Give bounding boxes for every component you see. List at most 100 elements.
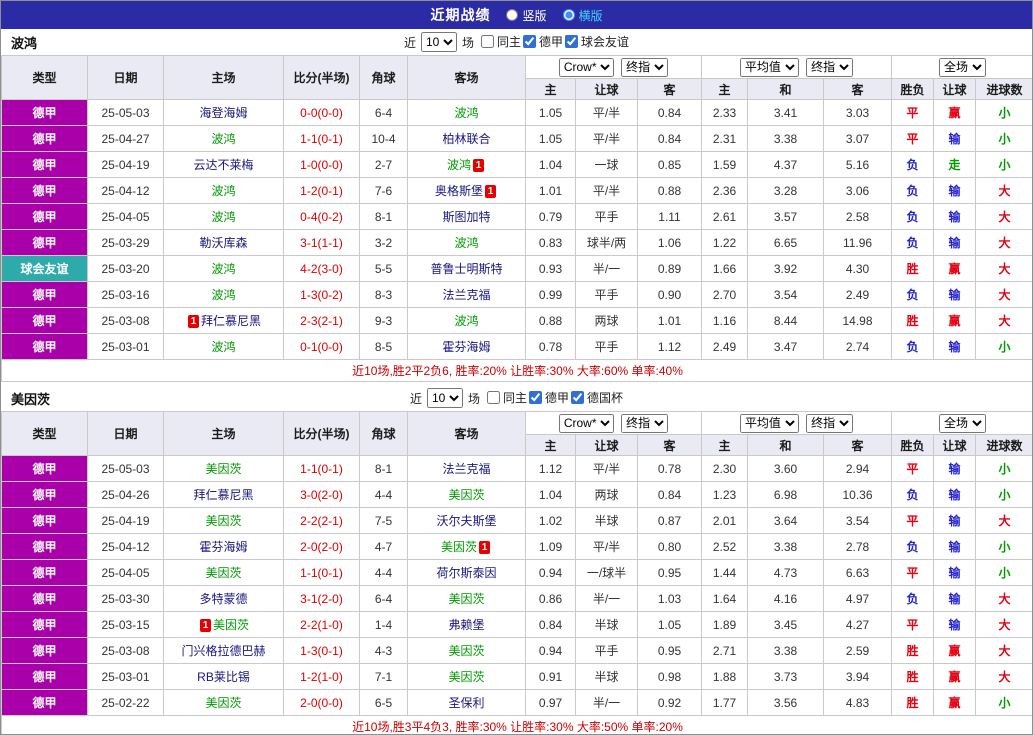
filter-checkbox[interactable]: [523, 35, 536, 48]
corner-cell: 5-5: [359, 255, 408, 282]
league-filter-group: 同主 德甲 德国杯: [485, 389, 623, 407]
away-team-cell: 美因茨 1: [407, 533, 526, 560]
col-date: 日期: [87, 411, 164, 456]
col-euro-draw: 和: [747, 434, 824, 456]
filter-checkbox[interactable]: [565, 35, 579, 48]
result-handicap-cell: 输: [933, 281, 977, 308]
layout-horizontal-option[interactable]: 横版: [562, 7, 603, 24]
team-link[interactable]: 波鸿: [454, 236, 478, 250]
layout-vertical-option[interactable]: 竖版: [506, 7, 547, 24]
team-link[interactable]: 奥格斯堡: [435, 184, 483, 198]
team-link[interactable]: 美因茨: [448, 488, 484, 502]
bookmaker-select[interactable]: Crow*: [558, 57, 614, 77]
result-goals-cell: 大: [975, 255, 1032, 282]
result-handicap-cell: 输: [933, 229, 977, 256]
final-odds-select[interactable]: 终指: [806, 57, 854, 77]
euro-draw-odds-cell: 3.64: [747, 507, 824, 534]
team-link[interactable]: 波鸿: [211, 210, 235, 224]
team-link[interactable]: 荷尔斯泰因: [436, 566, 496, 580]
team-link[interactable]: 美因茨: [205, 566, 241, 580]
team-link[interactable]: 柏林联合: [442, 132, 490, 146]
team-link[interactable]: 美因茨: [448, 670, 484, 684]
recent-count-select[interactable]: 10: [420, 32, 457, 52]
team-link[interactable]: RB莱比锡: [197, 670, 250, 684]
euro-draw-odds-cell: 3.57: [747, 203, 824, 230]
team-link[interactable]: 美因茨: [441, 540, 477, 554]
team-link[interactable]: 波鸿: [211, 262, 235, 276]
team-link[interactable]: 云达不莱梅: [193, 158, 253, 172]
team-link[interactable]: 勒沃库森: [199, 236, 247, 250]
team-link[interactable]: 普鲁士明斯特: [430, 262, 502, 276]
team-link[interactable]: 海登海姆: [199, 106, 247, 120]
team-link[interactable]: 波鸿: [211, 132, 235, 146]
final-odds-select[interactable]: 终指: [806, 413, 854, 433]
filter-checkbox[interactable]: [571, 391, 585, 404]
recent-count-select[interactable]: 10: [426, 388, 463, 408]
filter-同主[interactable]: 同主: [485, 389, 527, 406]
col-corner: 角球: [359, 55, 408, 100]
team-link[interactable]: 霍芬海姆: [199, 540, 247, 554]
team-link[interactable]: 波鸿: [454, 314, 478, 328]
handicap-line-cell: 半球: [575, 663, 638, 690]
team-link[interactable]: 美因茨: [205, 696, 241, 710]
team-link[interactable]: 拜仁慕尼黑: [201, 314, 261, 328]
filter-checkbox[interactable]: [480, 35, 494, 48]
team-link[interactable]: 波鸿: [211, 288, 235, 302]
handicap-away-odds-cell: 0.78: [637, 455, 702, 482]
handicap-home-odds-cell: 1.01: [525, 177, 576, 204]
result-handicap-cell: 输: [933, 585, 977, 612]
team-link[interactable]: 法兰克福: [442, 462, 490, 476]
result-handicap-cell: 输: [933, 177, 977, 204]
result-handicap-cell: 赢: [933, 99, 977, 126]
euro-home-odds-cell: 1.77: [701, 689, 748, 716]
handicap-line-cell: 平手: [575, 203, 638, 230]
team-link[interactable]: 多特蒙德: [199, 592, 247, 606]
team-link[interactable]: 波鸿: [211, 184, 235, 198]
average-odds-select[interactable]: 平均值: [739, 57, 799, 77]
away-team-cell: 奥格斯堡 1: [407, 177, 526, 204]
team-link[interactable]: 波鸿: [211, 340, 235, 354]
team-link[interactable]: 霍芬海姆: [442, 340, 490, 354]
full-match-select[interactable]: 全场: [939, 57, 987, 77]
filter-label: 德甲: [539, 35, 564, 49]
filter-德国杯[interactable]: 德国杯: [569, 389, 623, 406]
team-link[interactable]: 波鸿: [447, 158, 471, 172]
handicap-away-odds-cell: 0.84: [637, 125, 702, 152]
average-odds-select[interactable]: 平均值: [739, 413, 799, 433]
results-table: 类型 日期 主场 比分(半场) 角球 客场 Crow* 终指 平均值 终指 全场…: [1, 55, 1032, 382]
team-link[interactable]: 美因茨: [205, 462, 241, 476]
team-link[interactable]: 沃尔夫斯堡: [436, 514, 496, 528]
team-link[interactable]: 美因茨: [448, 644, 484, 658]
team-link[interactable]: 美因茨: [213, 618, 249, 632]
filter-checkbox[interactable]: [529, 391, 542, 404]
home-team-cell: 美因茨: [163, 455, 284, 482]
team-link[interactable]: 法兰克福: [442, 288, 490, 302]
team-link[interactable]: 圣保利: [448, 696, 484, 710]
bookmaker-select[interactable]: Crow*: [558, 413, 614, 433]
filter-球会友谊[interactable]: 球会友谊: [563, 33, 629, 50]
filter-德甲[interactable]: 德甲: [521, 33, 563, 50]
horizontal-layout-radio[interactable]: [562, 9, 575, 21]
vertical-layout-radio[interactable]: [506, 9, 519, 21]
final-odds-select[interactable]: 终指: [621, 57, 669, 77]
filter-同主[interactable]: 同主: [479, 33, 521, 50]
team-link[interactable]: 美因茨: [205, 514, 241, 528]
filter-德甲[interactable]: 德甲: [527, 389, 569, 406]
away-team-cell: 美因茨: [407, 585, 526, 612]
home-team-cell: 美因茨: [163, 689, 284, 716]
handicap-away-odds-cell: 0.84: [637, 99, 702, 126]
handicap-away-odds-cell: 1.05: [637, 611, 702, 638]
match-row: 德甲 25-04-12 波鸿 1-2(0-1) 7-6 奥格斯堡 1 1.01 平…: [1, 177, 1032, 204]
vertical-layout-label: 竖版: [522, 8, 547, 23]
team-link[interactable]: 斯图加特: [442, 210, 490, 224]
team-link[interactable]: 波鸿: [454, 106, 478, 120]
team-link[interactable]: 美因茨: [448, 592, 484, 606]
filter-checkbox[interactable]: [486, 391, 500, 404]
team-link[interactable]: 拜仁慕尼黑: [193, 488, 253, 502]
full-match-select[interactable]: 全场: [939, 413, 987, 433]
team-link[interactable]: 门兴格拉德巴赫: [181, 644, 265, 658]
final-odds-select[interactable]: 终指: [621, 413, 669, 433]
home-team-cell: 波鸿: [163, 255, 284, 282]
team-link[interactable]: 弗赖堡: [448, 618, 484, 632]
col-result-goals: 进球数: [975, 434, 1032, 456]
